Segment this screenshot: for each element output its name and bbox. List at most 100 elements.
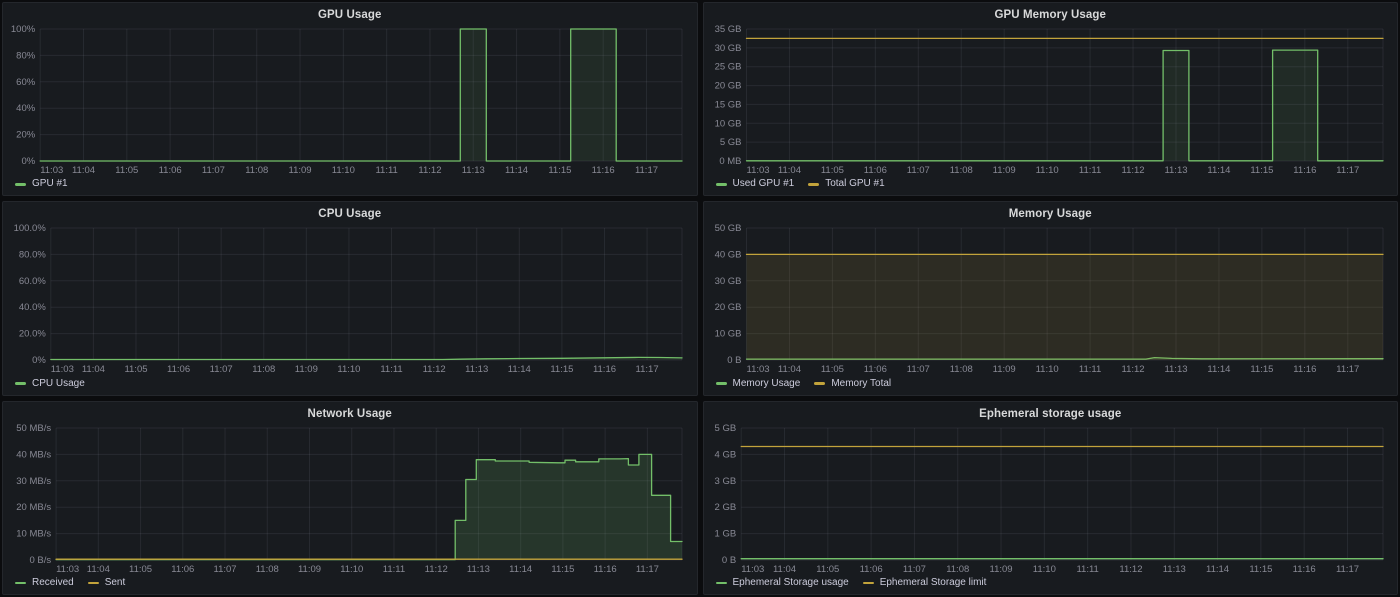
x-axis-tick-label: 11:08 [946, 564, 969, 575]
x-axis-tick-label: 11:11 [1076, 564, 1098, 575]
legend-label-cpu-usage: CPU Usage [32, 376, 85, 392]
legend-label-used-gpu-1: Used GPU #1 [733, 176, 795, 192]
chart-memory-usage[interactable]: 0 B10 GB20 GB30 GB40 GB50 GB11:0311:0411… [712, 222, 1390, 375]
chart-gpu-memory-usage[interactable]: 0 MB5 GB10 GB15 GB20 GB25 GB30 GB35 GB11… [712, 23, 1390, 176]
x-axis-tick-label: 11:14 [1207, 364, 1230, 375]
x-axis-tick-label: 11:17 [1336, 165, 1359, 176]
legend-swatch-total-gpu-1 [808, 183, 819, 186]
x-axis-tick-label: 11:03 [56, 564, 79, 575]
x-axis-tick-label: 11:04 [82, 364, 105, 375]
legend-swatch-gpu-1 [15, 183, 26, 186]
legend-item-gpu-1[interactable]: GPU #1 [15, 176, 68, 192]
x-axis-tick-label: 11:11 [375, 165, 397, 176]
series-area-memory-total [746, 255, 1383, 361]
legend-item-memory-total[interactable]: Memory Total [814, 376, 891, 392]
y-axis-tick-label: 60% [16, 77, 36, 88]
chart-network-usage[interactable]: 0 B/s10 MB/s20 MB/s30 MB/s40 MB/s50 MB/s… [11, 422, 689, 575]
chart-svg-cpu-usage[interactable]: 0%20.0%40.0%60.0%80.0%100.0%11:0311:0411… [11, 222, 689, 375]
x-axis-tick-label: 11:14 [1206, 564, 1229, 575]
x-axis-tick-label: 11:08 [949, 364, 972, 375]
legend-item-ephemeral-storage-usage[interactable]: Ephemeral Storage usage [716, 575, 849, 591]
x-axis-tick-label: 11:13 [462, 165, 485, 176]
x-axis-tick-label: 11:16 [594, 564, 617, 575]
x-axis-tick-label: 11:12 [1121, 165, 1144, 176]
y-axis-tick-label: 30 MB/s [16, 475, 51, 486]
legend-label-received: Received [32, 575, 74, 591]
panel-title-network-usage[interactable]: Network Usage [11, 407, 689, 422]
y-axis-tick-label: 20 GB [714, 81, 741, 92]
x-axis-tick-label: 11:06 [863, 165, 886, 176]
x-axis-tick-label: 11:07 [202, 165, 225, 176]
legend-item-cpu-usage[interactable]: CPU Usage [15, 376, 85, 392]
x-axis-tick-label: 11:11 [1078, 165, 1100, 176]
x-axis-tick-label: 11:10 [1032, 564, 1055, 575]
x-axis-tick-label: 11:06 [159, 165, 182, 176]
x-axis-tick-label: 11:04 [72, 165, 95, 176]
legend-item-received[interactable]: Received [15, 575, 74, 591]
x-axis-tick-label: 11:09 [992, 165, 1015, 176]
y-axis-tick-label: 4 GB [714, 449, 736, 460]
chart-cpu-usage[interactable]: 0%20.0%40.0%60.0%80.0%100.0%11:0311:0411… [11, 222, 689, 375]
panel-title-cpu-usage[interactable]: CPU Usage [11, 207, 689, 222]
panel-title-memory-usage[interactable]: Memory Usage [712, 207, 1390, 222]
y-axis-tick-label: 80% [16, 50, 36, 61]
chart-svg-gpu-memory-usage[interactable]: 0 MB5 GB10 GB15 GB20 GB25 GB30 GB35 GB11… [712, 23, 1390, 176]
x-axis-tick-label: 11:09 [298, 564, 321, 575]
panel-title-gpu-memory-usage[interactable]: GPU Memory Usage [712, 8, 1390, 23]
x-axis-tick-label: 11:17 [1335, 564, 1358, 575]
x-axis-tick-label: 11:05 [820, 364, 843, 375]
x-axis-tick-label: 11:05 [115, 165, 138, 176]
panel-title-gpu-usage[interactable]: GPU Usage [11, 8, 689, 23]
x-axis-tick-label: 11:07 [210, 364, 233, 375]
chart-svg-memory-usage[interactable]: 0 B10 GB20 GB30 GB40 GB50 GB11:0311:0411… [712, 222, 1390, 375]
y-axis-tick-label: 20 MB/s [16, 502, 51, 513]
x-axis-tick-label: 11:03 [746, 364, 769, 375]
panel-cpu-usage: CPU Usage 0%20.0%40.0%60.0%80.0%100.0%11… [2, 201, 698, 395]
x-axis-tick-label: 11:12 [1121, 364, 1144, 375]
legend-swatch-memory-total [814, 382, 825, 385]
x-axis-tick-label: 11:10 [1035, 364, 1058, 375]
x-axis-tick-label: 11:17 [636, 364, 659, 375]
chart-ephemeral-storage-usage[interactable]: 0 B1 GB2 GB3 GB4 GB5 GB11:0311:0411:0511… [712, 422, 1390, 575]
y-axis-tick-label: 15 GB [714, 99, 741, 110]
chart-svg-ephemeral-storage-usage[interactable]: 0 B1 GB2 GB3 GB4 GB5 GB11:0311:0411:0511… [712, 422, 1390, 575]
legend-cpu-usage: CPU Usage [11, 376, 689, 392]
y-axis-tick-label: 1 GB [714, 528, 736, 539]
y-axis-tick-label: 20 GB [714, 303, 741, 314]
x-axis-tick-label: 11:04 [772, 564, 795, 575]
legend-item-memory-usage[interactable]: Memory Usage [716, 376, 801, 392]
y-axis-tick-label: 80.0% [19, 250, 46, 261]
y-axis-tick-label: 30 GB [714, 43, 741, 54]
legend-swatch-memory-usage [716, 382, 727, 385]
x-axis-tick-label: 11:11 [383, 564, 405, 575]
x-axis-tick-label: 11:13 [1164, 165, 1187, 176]
y-axis-tick-label: 100.0% [14, 223, 47, 234]
x-axis-tick-label: 11:07 [902, 564, 925, 575]
legend-swatch-ephemeral-storage-usage [716, 582, 727, 585]
x-axis-tick-label: 11:13 [1162, 564, 1185, 575]
x-axis-tick-label: 11:15 [1249, 564, 1272, 575]
legend-label-gpu-1: GPU #1 [32, 176, 68, 192]
legend-label-ephemeral-storage-usage: Ephemeral Storage usage [733, 575, 849, 591]
x-axis-tick-label: 11:15 [551, 564, 574, 575]
legend-item-total-gpu-1[interactable]: Total GPU #1 [808, 176, 884, 192]
x-axis-tick-label: 11:05 [820, 165, 843, 176]
x-axis-tick-label: 11:07 [906, 364, 929, 375]
x-axis-tick-label: 11:14 [509, 564, 532, 575]
y-axis-tick-label: 2 GB [714, 502, 736, 513]
x-axis-tick-label: 11:16 [1292, 564, 1315, 575]
panel-title-ephemeral-storage-usage[interactable]: Ephemeral storage usage [712, 407, 1390, 422]
legend-item-ephemeral-storage-limit[interactable]: Ephemeral Storage limit [863, 575, 987, 591]
legend-item-used-gpu-1[interactable]: Used GPU #1 [716, 176, 795, 192]
x-axis-tick-label: 11:10 [337, 364, 360, 375]
legend-label-memory-usage: Memory Usage [733, 376, 801, 392]
chart-svg-network-usage[interactable]: 0 B/s10 MB/s20 MB/s30 MB/s40 MB/s50 MB/s… [11, 422, 689, 575]
y-axis-tick-label: 20% [16, 130, 36, 141]
y-axis-tick-label: 0% [21, 156, 35, 167]
x-axis-tick-label: 11:09 [989, 564, 1012, 575]
legend-label-memory-total: Memory Total [831, 376, 891, 392]
x-axis-tick-label: 11:03 [741, 564, 764, 575]
chart-svg-gpu-usage[interactable]: 0%20%40%60%80%100%11:0311:0411:0511:0611… [11, 23, 689, 176]
chart-gpu-usage[interactable]: 0%20%40%60%80%100%11:0311:0411:0511:0611… [11, 23, 689, 176]
legend-item-sent[interactable]: Sent [88, 575, 126, 591]
